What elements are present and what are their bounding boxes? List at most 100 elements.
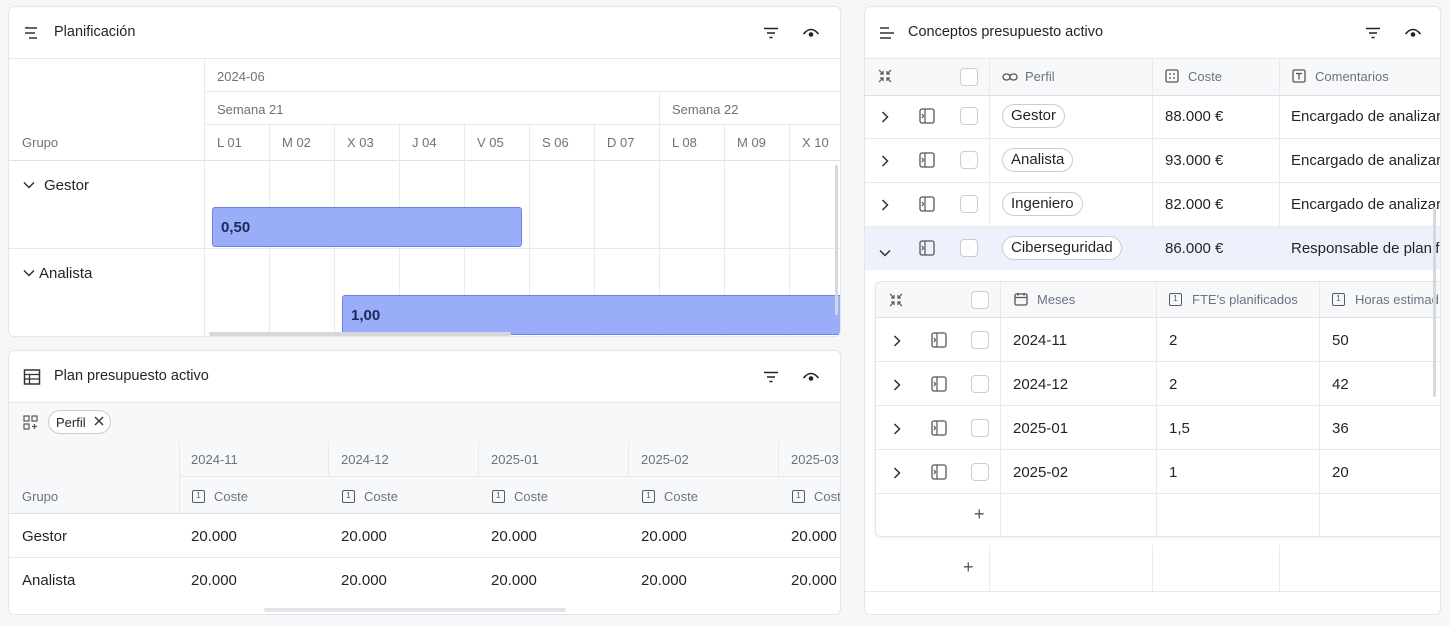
- open-panel-icon[interactable]: [919, 240, 935, 261]
- perfil-tag[interactable]: Analista: [1002, 148, 1074, 172]
- table-cell[interactable]: 20.000: [491, 528, 537, 545]
- mes-cell[interactable]: 2024-11: [1013, 332, 1067, 349]
- table-cell[interactable]: 20.000: [341, 572, 387, 589]
- perfil-tag[interactable]: Gestor: [1002, 104, 1066, 128]
- vertical-scrollbar[interactable]: [1433, 207, 1436, 397]
- group-row-analista[interactable]: Analista: [23, 264, 92, 282]
- eye-icon[interactable]: [1403, 23, 1423, 43]
- mes-cell[interactable]: 2024-12: [1013, 376, 1068, 393]
- horas-cell[interactable]: 20: [1332, 464, 1349, 481]
- table-cell[interactable]: 20.000: [641, 572, 687, 589]
- column-header-horas[interactable]: Horas estimad: [1355, 292, 1439, 307]
- filter-icon[interactable]: [1363, 23, 1383, 43]
- coste-cell[interactable]: 93.000 €: [1165, 152, 1223, 169]
- chevron-right-icon[interactable]: [893, 466, 901, 484]
- open-panel-icon[interactable]: [931, 376, 947, 397]
- open-panel-icon[interactable]: [931, 420, 947, 441]
- perfil-tag[interactable]: Ingeniero: [1002, 192, 1083, 216]
- column-header-fte[interactable]: FTE's planificados: [1192, 292, 1298, 307]
- select-all-checkbox[interactable]: [960, 68, 978, 86]
- mes-cell[interactable]: 2025-01: [1013, 420, 1068, 437]
- day-header: X 10: [802, 135, 829, 150]
- column-header-perfil[interactable]: Perfil: [1025, 69, 1055, 84]
- fte-cell[interactable]: 2: [1169, 376, 1177, 393]
- fte-cell[interactable]: 2: [1169, 332, 1177, 349]
- mes-cell[interactable]: 2025-02: [1013, 464, 1068, 481]
- group-by-icon[interactable]: [23, 415, 39, 436]
- table-cell[interactable]: 20.000: [791, 528, 837, 545]
- table-cell[interactable]: 20.000: [341, 528, 387, 545]
- row-checkbox[interactable]: [960, 195, 978, 213]
- eye-icon[interactable]: [801, 23, 821, 43]
- chevron-right-icon[interactable]: [881, 154, 889, 172]
- day-header: X 03: [347, 135, 374, 150]
- fte-cell[interactable]: 1: [1169, 464, 1177, 481]
- row-checkbox[interactable]: [971, 419, 989, 437]
- filter-icon[interactable]: [761, 23, 781, 43]
- coste-cell[interactable]: 88.000 €: [1165, 108, 1223, 125]
- horas-cell[interactable]: 42: [1332, 376, 1349, 393]
- row-checkbox[interactable]: [960, 239, 978, 257]
- day-header: L 08: [672, 135, 697, 150]
- chevron-right-icon[interactable]: [881, 198, 889, 216]
- chevron-down-icon[interactable]: [879, 244, 891, 262]
- group-label: Analista: [39, 264, 93, 282]
- collapse-all-icon[interactable]: [889, 293, 903, 312]
- row-checkbox[interactable]: [971, 463, 989, 481]
- group-row-gestor[interactable]: Gestor: [23, 176, 89, 194]
- number-field-icon: 1: [1169, 293, 1182, 306]
- table-cell[interactable]: 20.000: [191, 528, 237, 545]
- comentario-cell[interactable]: Encargado de analizar: [1291, 108, 1440, 125]
- column-header-meses[interactable]: Meses: [1037, 292, 1075, 307]
- chevron-down-icon[interactable]: [23, 264, 37, 282]
- chevron-right-icon[interactable]: [893, 378, 901, 396]
- allocation-bar[interactable]: 0,50: [212, 207, 522, 247]
- month-header: 2025-03: [791, 452, 839, 467]
- horizontal-scrollbar[interactable]: [209, 332, 511, 336]
- select-all-checkbox[interactable]: [971, 291, 989, 309]
- horas-cell[interactable]: 50: [1332, 332, 1349, 349]
- chevron-right-icon[interactable]: [881, 110, 889, 128]
- allocation-bar[interactable]: 1,00: [342, 295, 840, 335]
- add-row-button[interactable]: +: [963, 557, 974, 578]
- sort-lines-icon[interactable]: [22, 23, 42, 43]
- vertical-scrollbar[interactable]: [835, 165, 838, 315]
- table-cell[interactable]: 20.000: [191, 572, 237, 589]
- table-cell[interactable]: 20.000: [491, 572, 537, 589]
- open-panel-icon[interactable]: [919, 108, 935, 129]
- open-panel-icon[interactable]: [919, 196, 935, 217]
- comentario-cell[interactable]: Encargado de analizar: [1291, 152, 1440, 169]
- chevron-right-icon[interactable]: [893, 334, 901, 352]
- chevron-right-icon[interactable]: [893, 422, 901, 440]
- sub-header: Coste: [814, 489, 841, 504]
- month-header: 2025-02: [641, 452, 689, 467]
- row-checkbox[interactable]: [960, 107, 978, 125]
- table-cell[interactable]: 20.000: [791, 572, 837, 589]
- horizontal-scrollbar[interactable]: [264, 608, 566, 612]
- row-checkbox[interactable]: [971, 375, 989, 393]
- perfil-tag[interactable]: Ciberseguridad: [1002, 236, 1122, 260]
- column-header-coste[interactable]: Coste: [1188, 69, 1222, 84]
- subtable-card: Meses 1 FTE's planificados 1 Horas estim…: [875, 281, 1440, 538]
- eye-icon[interactable]: [801, 367, 821, 387]
- planificacion-title: Planificación: [54, 24, 136, 40]
- table-cell[interactable]: 20.000: [641, 528, 687, 545]
- close-icon[interactable]: [94, 413, 104, 431]
- open-panel-icon[interactable]: [919, 152, 935, 173]
- coste-cell[interactable]: 86.000 €: [1165, 240, 1223, 257]
- filter-icon[interactable]: [761, 367, 781, 387]
- coste-cell[interactable]: 82.000 €: [1165, 196, 1223, 213]
- row-checkbox[interactable]: [971, 331, 989, 349]
- add-row-button[interactable]: +: [974, 504, 985, 525]
- horas-cell[interactable]: 36: [1332, 420, 1349, 437]
- fte-cell[interactable]: 1,5: [1169, 420, 1190, 437]
- comentario-cell[interactable]: Encargado de analizar: [1291, 196, 1440, 213]
- row-checkbox[interactable]: [960, 151, 978, 169]
- comentario-cell[interactable]: Responsable de planif: [1291, 240, 1439, 257]
- column-header-comentarios[interactable]: Comentarios: [1315, 69, 1389, 84]
- chevron-down-icon[interactable]: [23, 176, 37, 194]
- open-panel-icon[interactable]: [931, 332, 947, 353]
- group-chip[interactable]: Perfil: [48, 410, 111, 434]
- collapse-all-icon[interactable]: [878, 69, 892, 88]
- open-panel-icon[interactable]: [931, 464, 947, 485]
